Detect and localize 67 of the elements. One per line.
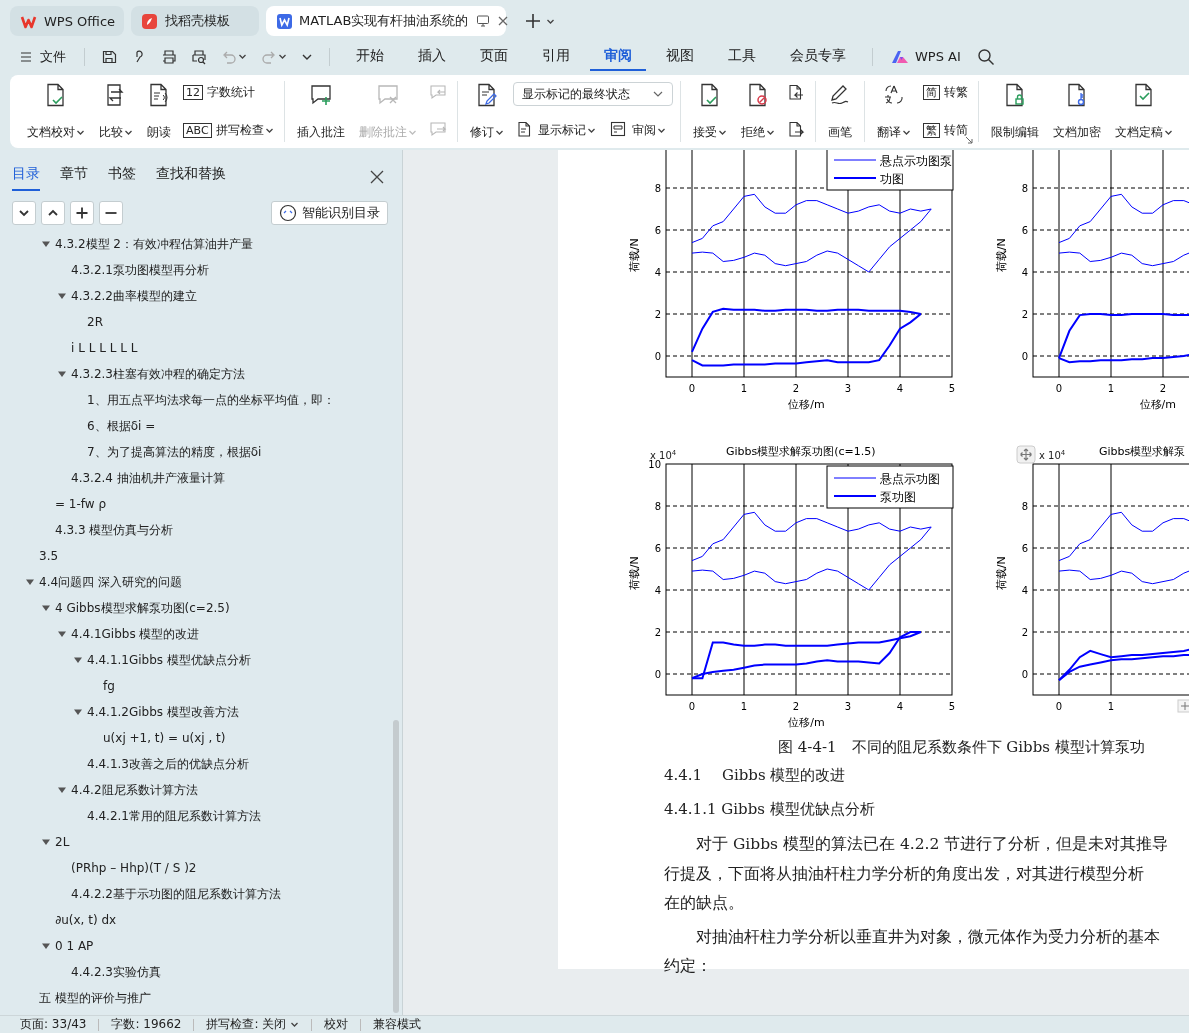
axis-tick-label: 5 [948, 383, 956, 394]
compatibility-mode-label: 兼容模式 [372, 1016, 423, 1033]
axis-tick-label: 6 [1021, 543, 1028, 554]
glyph-icon: 简 [922, 85, 940, 100]
axis-tick-label: 0 [1055, 701, 1063, 712]
paragraph-line: 在的缺点。 [664, 893, 745, 914]
axis-tick-label: 2 [654, 627, 661, 638]
axis-tick-label: 0 [1021, 351, 1028, 362]
paragraph-line: 对抽油杆柱力学分析以垂直井为对象，微元体作为受力分析的基本 [695, 926, 1161, 948]
axis-tick-label: 4 [1021, 267, 1028, 278]
axis-tick-label: 1 [1107, 701, 1115, 712]
axis-label: 位移/m [788, 716, 825, 729]
glyph-icon: 12 [183, 85, 203, 100]
axis-tick-label: 2 [792, 701, 800, 712]
axis-label: 荷载/N [628, 238, 641, 273]
axis-tick-label: 0 [1021, 669, 1028, 680]
axis-tick-label: 3 [844, 701, 852, 712]
axis-tick-label: 8 [654, 501, 661, 512]
axis-label: 荷载/N [628, 556, 641, 591]
paragraph-line: 对于 Gibbs 模型的算法已在 4.2.2 节进行了分析，但是未对其推导 [695, 834, 1170, 855]
axis-tick-label: 3 [844, 383, 852, 394]
chart-title: Gibbs模型求解泵功图(c=1.5) [726, 445, 876, 458]
legend-label: 悬点示功图 [880, 472, 940, 486]
axis-label: 位移/m [1139, 398, 1176, 411]
axis-tick-label: 1 [740, 383, 748, 394]
axis-tick-label: 0 [654, 669, 661, 680]
axis-tick-label: 5 [948, 701, 956, 712]
axis-tick-label: 4 [896, 701, 904, 712]
axis-tick-label: 0 [654, 351, 661, 362]
section-heading: 4.4.1.1 Gibbs 模型优缺点分析 [663, 799, 876, 820]
axis-tick-label: 6 [654, 543, 661, 554]
glyph-icon: 繁 [922, 123, 940, 138]
figure-caption: 图 4-4-1 不同的阻尼系数条件下 Gibbs 模型计算泵功 [777, 737, 1146, 758]
axis-tick-label: 4 [1021, 585, 1028, 596]
axis-tick-label: 2 [1021, 627, 1028, 638]
axis-tick-label: 0 [1055, 383, 1063, 394]
axis-tick-label: 4 [654, 585, 661, 596]
axis-tick-label: 2 [1159, 383, 1167, 394]
axis-label: 位移/m [788, 398, 825, 411]
axis-tick-label: 10 [648, 459, 661, 470]
word-count: 字数: 19662 [110, 1016, 183, 1033]
axis-multiplier: x 10$^{4}$ [1039, 448, 1066, 463]
legend-label: 泵功图 [880, 490, 916, 504]
axis-tick-label: 2 [654, 309, 661, 320]
page-count: 页面: 33/43 [19, 1016, 88, 1033]
axis-tick-label: 8 [654, 183, 661, 194]
axis-tick-label: 4 [654, 267, 661, 278]
section-heading: 4.4.1 Gibbs 模型的改进 [663, 765, 847, 786]
axis-label: 荷载/N [995, 238, 1008, 273]
paragraph-line: 行提及，下面将从抽油杆柱力学分析的角度出发，对其进行模型分析 [664, 863, 1145, 885]
axis-tick-label: 4 [896, 383, 904, 394]
legend-label: 功图 [880, 172, 904, 186]
axis-label: 荷载/N [995, 556, 1008, 591]
glyph-icon: ABC [183, 123, 212, 138]
paragraph-line: 约定： [664, 956, 713, 977]
axis-tick-label: 1 [1107, 383, 1115, 394]
legend-label: 悬点示功图泵 [880, 154, 952, 168]
axis-tick-label: 2 [792, 383, 800, 394]
axis-tick-label: 8 [1021, 501, 1028, 512]
axis-tick-label: 2 [1021, 309, 1028, 320]
axis-tick-label: 0 [688, 383, 696, 394]
chart-title: Gibbs模型求解泵 [1099, 445, 1186, 458]
axis-tick-label: 6 [654, 225, 661, 236]
axis-tick-label: 1 [740, 701, 748, 712]
axis-tick-label: 6 [1021, 225, 1028, 236]
axis-tick-label: 8 [1021, 183, 1028, 194]
axis-tick-label: 0 [688, 701, 696, 712]
